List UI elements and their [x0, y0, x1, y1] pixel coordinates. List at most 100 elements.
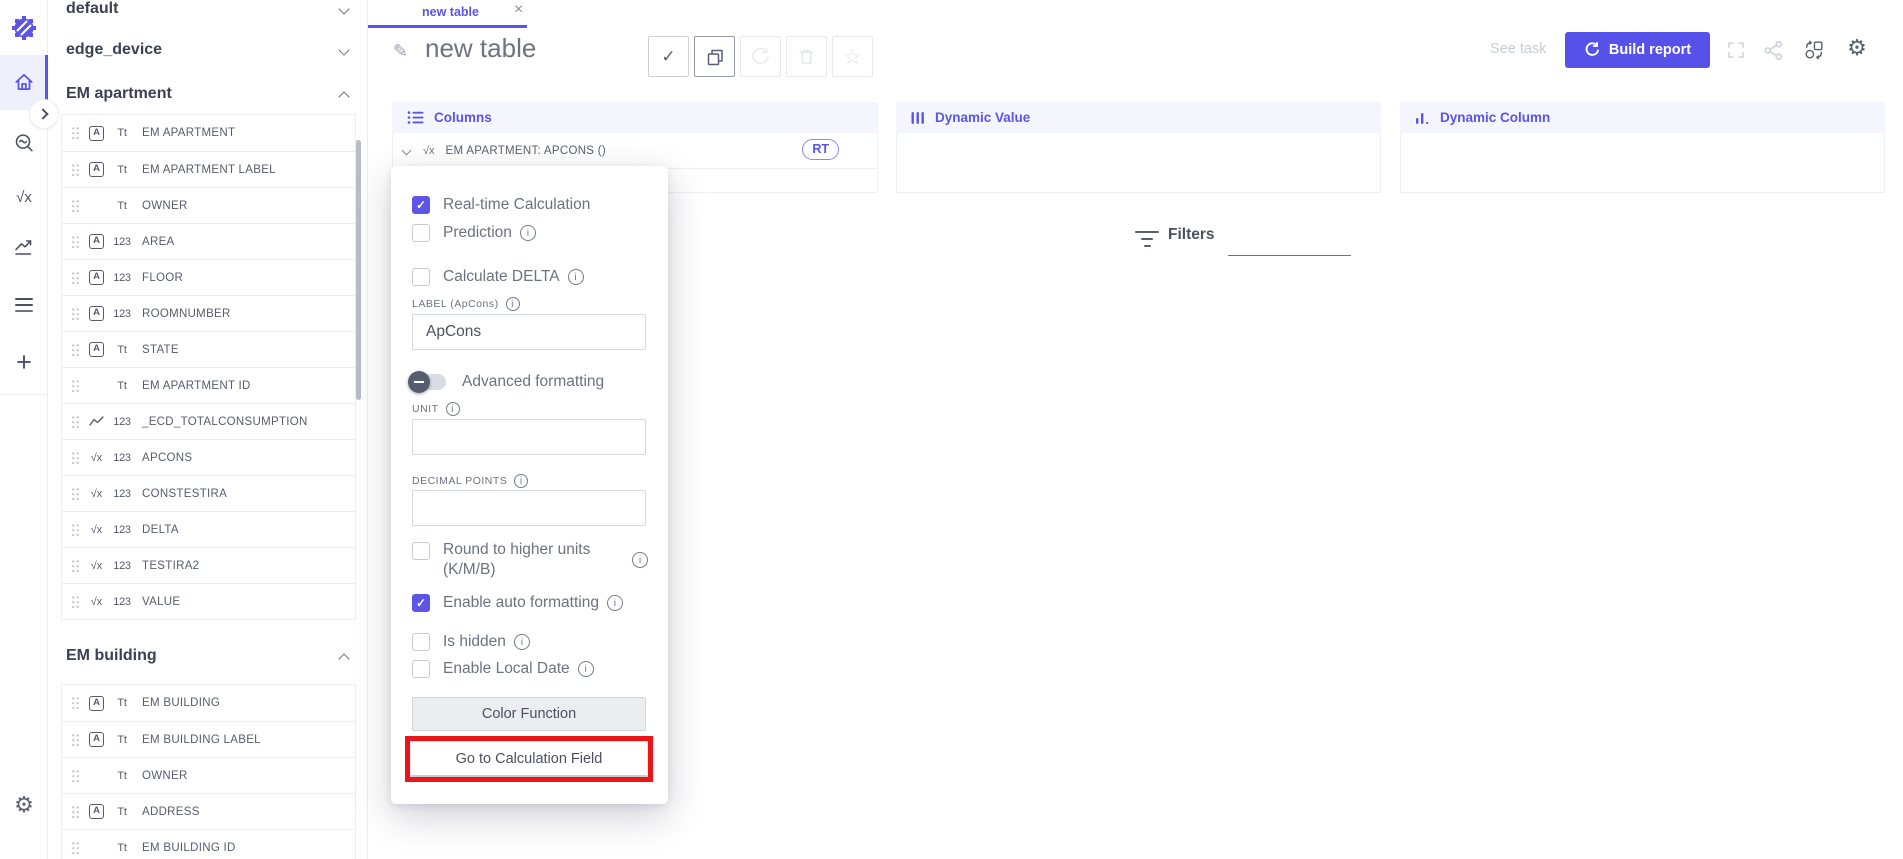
- drag-handle-icon[interactable]: [71, 163, 80, 177]
- drag-handle-icon[interactable]: [71, 841, 80, 855]
- tab-new-table[interactable]: new table: [422, 5, 479, 19]
- checkbox-icon[interactable]: [412, 542, 430, 560]
- checkbox-icon[interactable]: [412, 268, 430, 286]
- dynamic-column-body[interactable]: [1400, 133, 1885, 193]
- label-input[interactable]: [412, 314, 646, 350]
- section-header-em-building[interactable]: EM building: [66, 647, 157, 665]
- field-row[interactable]: A Tt EM APARTMENT: [62, 115, 355, 151]
- field-row[interactable]: √x 123 DELTA: [62, 511, 355, 547]
- close-icon[interactable]: ×: [514, 1, 523, 19]
- drag-handle-icon[interactable]: [71, 343, 80, 357]
- chevron-down-icon[interactable]: [338, 44, 349, 55]
- field-row[interactable]: A 123 AREA: [62, 223, 355, 259]
- info-icon[interactable]: [568, 269, 584, 285]
- field-row[interactable]: √x 123 VALUE: [62, 583, 355, 619]
- field-row[interactable]: √x 123 CONSTESTIRA: [62, 475, 355, 511]
- settings-gear-icon[interactable]: ⚙: [0, 793, 48, 817]
- drag-handle-icon[interactable]: [71, 451, 80, 465]
- advanced-formatting-toggle-row[interactable]: Advanced formatting: [412, 370, 604, 394]
- app-logo-icon[interactable]: [0, 15, 48, 41]
- drag-handle-icon[interactable]: [71, 235, 80, 249]
- sidebar-scrollbar[interactable]: [356, 140, 361, 400]
- drag-handle-icon[interactable]: [71, 415, 80, 429]
- drag-handle-icon[interactable]: [71, 271, 80, 285]
- toggle-off-icon[interactable]: [412, 374, 446, 390]
- info-icon[interactable]: [607, 595, 623, 611]
- edit-pencil-icon[interactable]: ✎: [393, 41, 408, 62]
- info-icon[interactable]: [578, 661, 594, 677]
- duplicate-button[interactable]: [694, 36, 735, 77]
- drag-handle-icon[interactable]: [71, 805, 80, 819]
- drag-handle-icon[interactable]: [71, 126, 80, 140]
- field-row[interactable]: √x 123 TESTIRA2: [62, 547, 355, 583]
- enable-local-date-checkbox-row[interactable]: Enable Local Date: [412, 658, 594, 680]
- section-header-em-apartment[interactable]: EM apartment: [66, 85, 172, 103]
- home-nav-icon[interactable]: [0, 70, 48, 94]
- info-icon[interactable]: [514, 474, 528, 488]
- workflow-icon[interactable]: [1803, 39, 1825, 61]
- filters-input-line[interactable]: [1228, 255, 1351, 256]
- is-hidden-checkbox-row[interactable]: Is hidden: [412, 631, 530, 653]
- drag-handle-icon[interactable]: [71, 595, 80, 609]
- share-icon[interactable]: [1762, 39, 1784, 61]
- settings-gear-icon[interactable]: ⚙: [1846, 37, 1868, 59]
- field-row[interactable]: A 123 ROOMNUMBER: [62, 295, 355, 331]
- field-row[interactable]: Tt OWNER: [62, 757, 355, 793]
- section-header-default[interactable]: default: [66, 0, 118, 18]
- field-row[interactable]: A 123 FLOOR: [62, 259, 355, 295]
- drag-handle-icon[interactable]: [71, 379, 80, 393]
- drag-handle-icon[interactable]: [71, 696, 80, 710]
- prediction-checkbox-row[interactable]: Prediction: [412, 222, 536, 244]
- drag-handle-icon[interactable]: [71, 523, 80, 537]
- explore-search-icon[interactable]: [0, 131, 48, 155]
- formula-nav-icon[interactable]: √x: [0, 186, 48, 208]
- drag-handle-icon[interactable]: [71, 199, 80, 213]
- color-function-button[interactable]: Color Function: [412, 697, 646, 731]
- field-row[interactable]: A Tt STATE: [62, 331, 355, 367]
- info-icon[interactable]: [514, 634, 530, 650]
- info-icon[interactable]: [520, 225, 536, 241]
- field-row[interactable]: A Tt EM BUILDING: [62, 685, 355, 721]
- field-row[interactable]: 123 _ECD_TOTALCONSUMPTION: [62, 403, 355, 439]
- drag-handle-icon[interactable]: [71, 733, 80, 747]
- chevron-down-icon[interactable]: [338, 3, 349, 14]
- apply-button[interactable]: ✓: [648, 36, 689, 77]
- info-icon[interactable]: [632, 552, 648, 568]
- decimal-points-input[interactable]: [412, 490, 646, 526]
- checkbox-icon[interactable]: [412, 633, 430, 651]
- info-icon[interactable]: [506, 297, 520, 311]
- field-row[interactable]: A Tt EM BUILDING LABEL: [62, 721, 355, 757]
- sidebar-collapse-button[interactable]: [29, 99, 59, 129]
- build-report-button[interactable]: Build report: [1565, 32, 1710, 68]
- checkbox-icon[interactable]: [412, 224, 430, 242]
- dynamic-value-body[interactable]: [896, 133, 1381, 193]
- trend-nav-icon[interactable]: [0, 237, 48, 257]
- list-nav-icon[interactable]: [0, 296, 48, 314]
- unit-input[interactable]: [412, 419, 646, 455]
- chevron-up-icon[interactable]: [338, 653, 349, 664]
- column-row-apcons[interactable]: √x EM APARTMENT: APCONS () RT: [393, 133, 877, 169]
- checkbox-icon[interactable]: [412, 660, 430, 678]
- drag-handle-icon[interactable]: [71, 307, 80, 321]
- round-higher-units-checkbox-row[interactable]: Round to higher units (K/M/B): [412, 540, 648, 580]
- field-row[interactable]: A Tt EM APARTMENT LABEL: [62, 151, 355, 187]
- info-icon[interactable]: [446, 402, 460, 416]
- field-row[interactable]: Tt EM BUILDING ID: [62, 829, 355, 859]
- checkbox-checked-icon[interactable]: [412, 594, 430, 612]
- add-nav-icon[interactable]: +: [0, 348, 48, 376]
- chevron-up-icon[interactable]: [338, 91, 349, 102]
- field-row[interactable]: √x 123 APCONS: [62, 439, 355, 475]
- realtime-calculation-checkbox-row[interactable]: Real-time Calculation: [412, 194, 590, 216]
- field-row[interactable]: Tt OWNER: [62, 187, 355, 223]
- drag-handle-icon[interactable]: [71, 559, 80, 573]
- checkbox-checked-icon[interactable]: [412, 196, 430, 214]
- chevron-down-icon[interactable]: [402, 146, 412, 156]
- field-row[interactable]: Tt EM APARTMENT ID: [62, 367, 355, 403]
- calculate-delta-checkbox-row[interactable]: Calculate DELTA: [412, 266, 584, 288]
- field-row[interactable]: A Tt ADDRESS: [62, 793, 355, 829]
- drag-handle-icon[interactable]: [71, 769, 80, 783]
- toggle-knob[interactable]: [408, 371, 430, 393]
- section-header-edge-device[interactable]: edge_device: [66, 41, 162, 59]
- enable-auto-formatting-checkbox-row[interactable]: Enable auto formatting: [412, 592, 623, 614]
- drag-handle-icon[interactable]: [71, 487, 80, 501]
